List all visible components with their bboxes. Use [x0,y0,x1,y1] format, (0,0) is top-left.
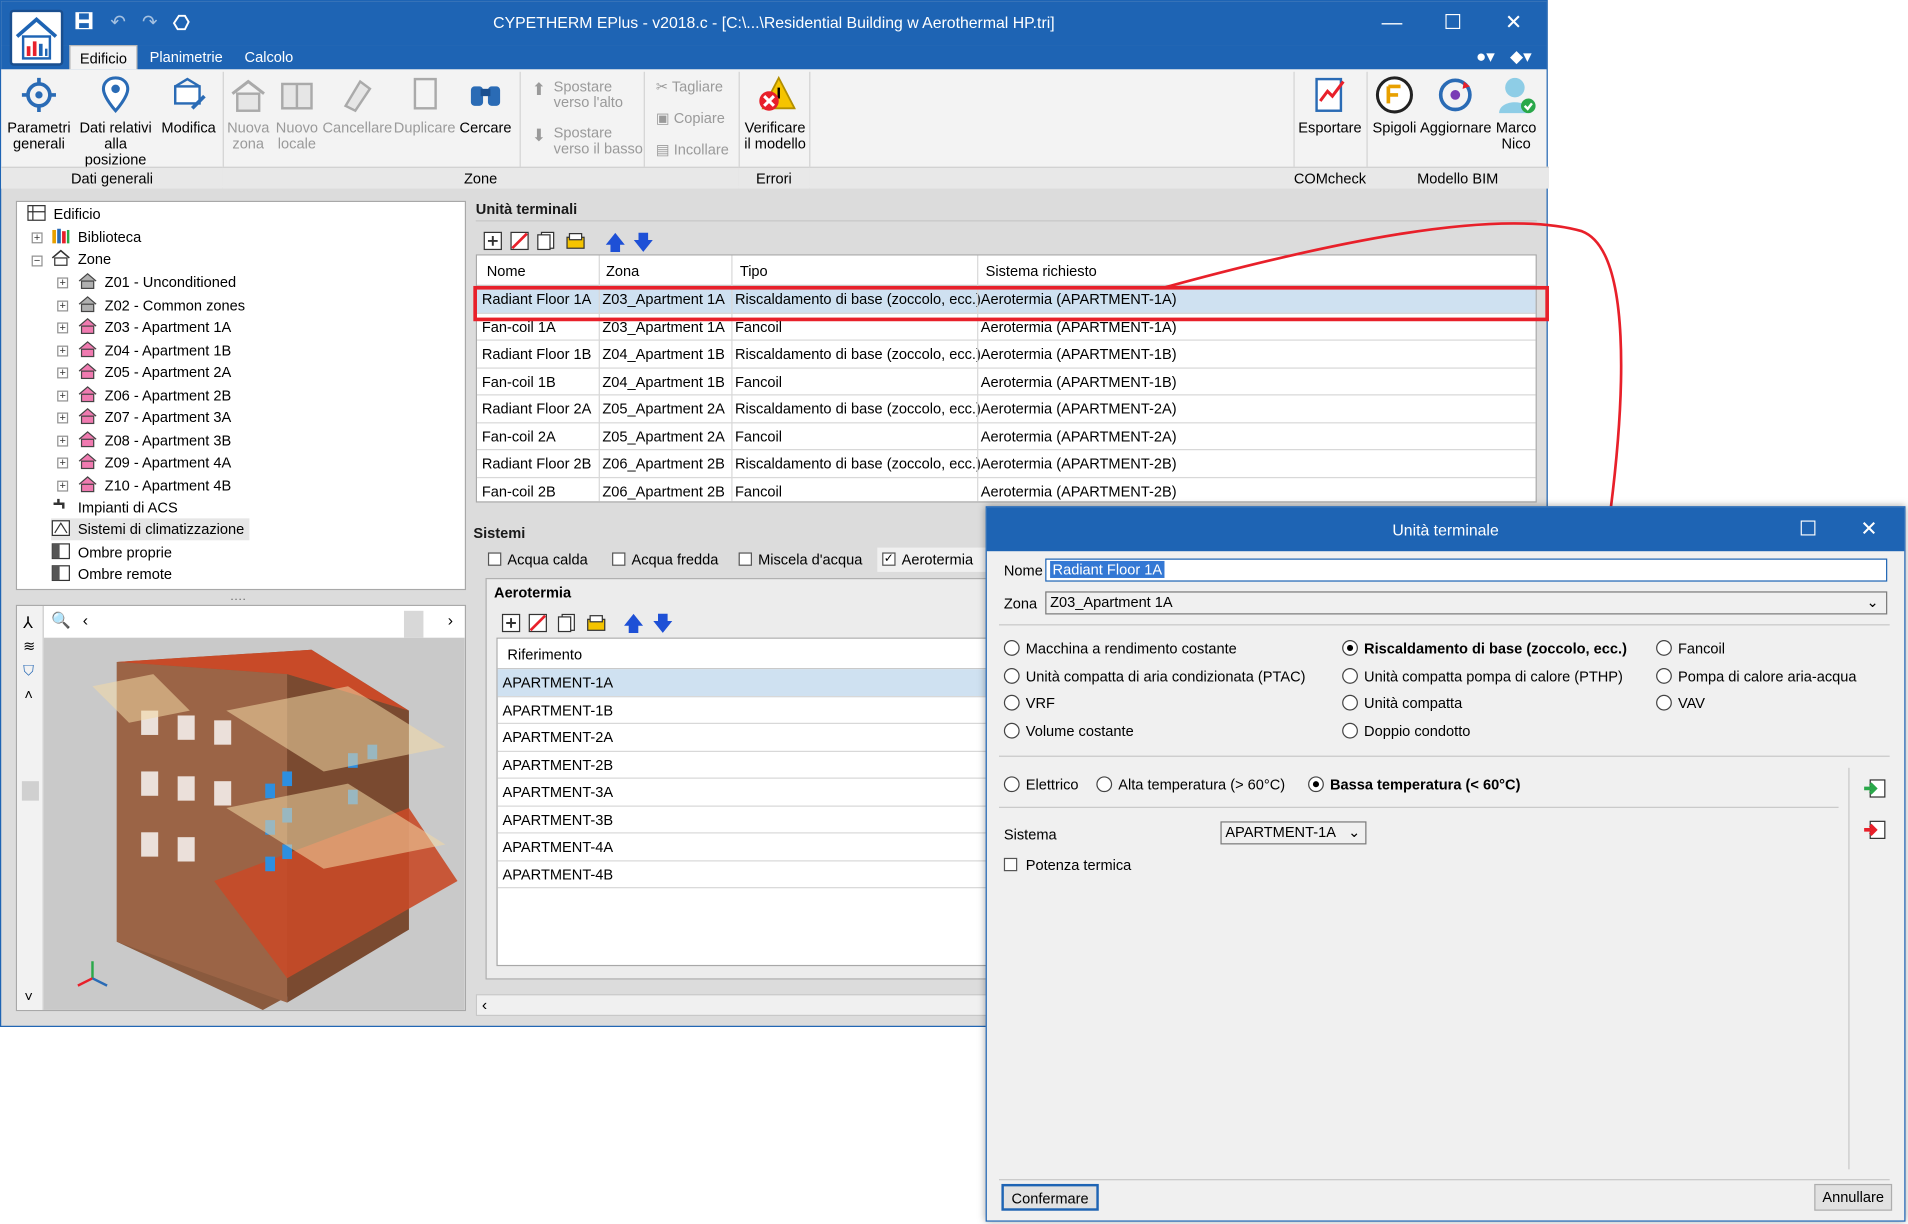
dialog-title: Unità terminale [1392,520,1499,540]
radio-alta-temperatura[interactable]: Alta temperatura (> 60°C) [1096,775,1285,794]
export-red-icon[interactable] [1863,819,1887,841]
divider [998,755,1890,757]
unit-type-label: Macchina a rendimento costante [1025,640,1237,658]
unit-type-label: Volume costante [1025,722,1134,740]
unit-type-label: VAV [1677,694,1706,712]
bassa-temperatura-label: Bassa temperatura (< 60°C) [1329,776,1521,794]
vertical-divider [1848,767,1850,1170]
nome-label: Nome [1003,562,1043,580]
unit-type-label: VRF [1025,694,1055,712]
divider [998,806,1839,808]
terminal-unit-dialog: Unità terminale ☐ ✕ Nome Radiant Floor 1… [985,506,1906,1222]
radio-unit-type[interactable]: Fancoil [1656,639,1725,658]
radio-unit-type[interactable]: VRF [1003,694,1055,713]
unit-type-label: Unità compatta di aria condizionata (PTA… [1025,668,1306,686]
potenza-checkbox-box[interactable] [1003,857,1018,872]
sistema-select[interactable]: APARTMENT-1A ⌄ [1220,821,1367,845]
radio-unit-type[interactable]: Riscaldamento di base (zoccolo, ecc.) [1342,639,1627,658]
radio-unit-type[interactable]: Doppio condotto [1342,722,1470,741]
dialog-maximize-icon[interactable]: ☐ [1780,512,1836,546]
unit-type-label: Riscaldamento di base (zoccolo, ecc.) [1364,640,1627,658]
radio-bassa-temperatura[interactable]: Bassa temperatura (< 60°C) [1308,775,1520,794]
nome-input[interactable]: Radiant Floor 1A [1045,558,1888,582]
confermare-button[interactable]: Confermare [1001,1183,1099,1211]
dialog-close-icon[interactable]: ✕ [1841,512,1897,546]
potenza-label: Potenza termica [1025,856,1132,874]
sistema-value: APARTMENT-1A [1225,823,1336,841]
divider [998,624,1890,626]
alta-temperatura-label: Alta temperatura (> 60°C) [1118,776,1286,794]
radio-unit-type[interactable]: Unità compatta [1342,694,1462,713]
zona-select[interactable]: Z03_Apartment 1A ⌄ [1045,591,1888,615]
elettrico-label: Elettrico [1025,776,1079,794]
unit-type-label: Unità compatta [1364,694,1463,712]
radio-unit-type[interactable]: Macchina a rendimento costante [1003,639,1237,658]
radio-unit-type[interactable]: Unità compatta di aria condizionata (PTA… [1003,667,1306,686]
sistema-chevron-down-icon: ⌄ [1348,823,1361,841]
radio-unit-type[interactable]: Volume costante [1003,722,1134,741]
chevron-down-icon: ⌄ [1866,593,1879,611]
import-green-icon[interactable] [1863,778,1887,800]
dialog-title-bar: Unità terminale ☐ ✕ [986,507,1905,552]
divider [998,1179,1890,1181]
zona-label: Zona [1003,595,1038,613]
app-logo[interactable] [9,9,64,66]
radio-unit-type[interactable]: Pompa di calore aria-acqua [1656,667,1857,686]
radio-unit-type[interactable]: VAV [1656,694,1705,713]
potenza-termica-checkbox[interactable]: Potenza termica [1003,855,1132,874]
radio-unit-type[interactable]: Unità compatta pompa di calore (PTHP) [1342,667,1623,686]
sistema-label: Sistema [1003,826,1057,844]
unit-type-label: Doppio condotto [1364,722,1471,740]
annullare-button[interactable]: Annullare [1814,1183,1893,1211]
unit-type-label: Fancoil [1677,640,1726,658]
zona-value: Z03_Apartment 1A [1050,593,1173,611]
nome-value: Radiant Floor 1A [1050,560,1165,578]
unit-type-label: Unità compatta pompa di calore (PTHP) [1364,668,1623,686]
unit-type-label: Pompa di calore aria-acqua [1677,668,1857,686]
radio-elettrico[interactable]: Elettrico [1003,775,1079,794]
